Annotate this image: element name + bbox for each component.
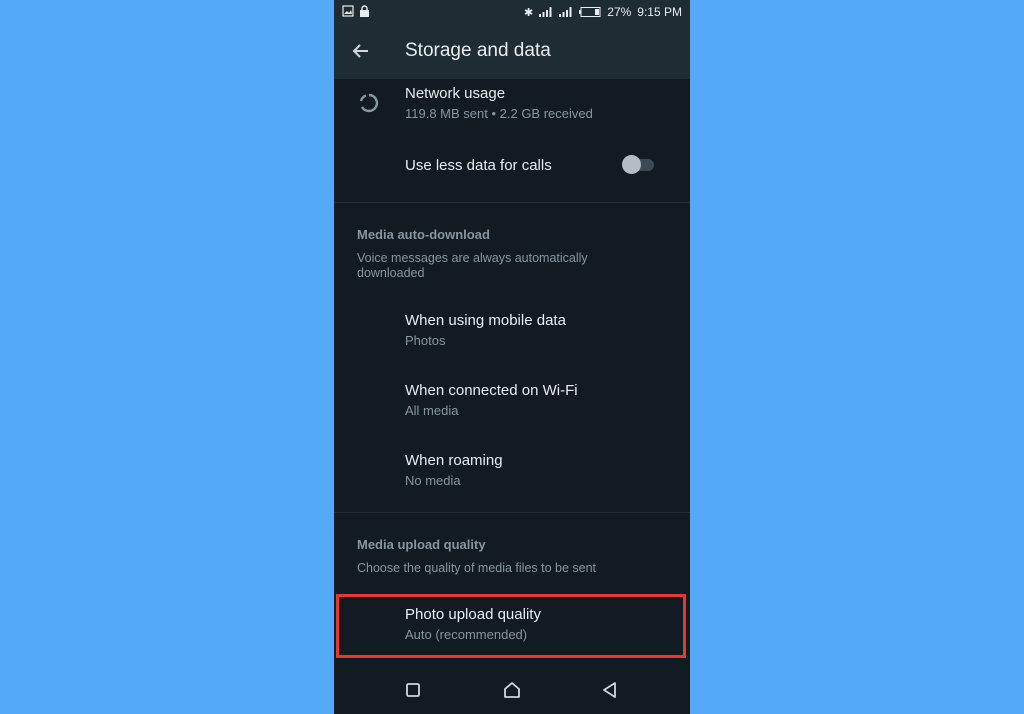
- signal-icon: [539, 7, 552, 17]
- back-icon[interactable]: [600, 680, 620, 700]
- upload-quality-description: Choose the quality of media files to be …: [357, 561, 597, 575]
- phone-screen: ✱ 27% 9:15 PM Storage and data Network u…: [334, 0, 690, 714]
- auto-download-roaming-item[interactable]: When roaming No media: [334, 446, 690, 502]
- roaming-subtitle: No media: [405, 473, 461, 488]
- divider: [334, 202, 690, 203]
- auto-download-wifi-item[interactable]: When connected on Wi-Fi All media: [334, 376, 690, 432]
- network-usage-subtitle: 119.8 MB sent • 2.2 GB received: [405, 106, 593, 121]
- toggle-knob: [622, 155, 641, 174]
- network-usage-item[interactable]: Network usage 119.8 MB sent • 2.2 GB rec…: [334, 80, 690, 128]
- wifi-title: When connected on Wi-Fi: [405, 382, 578, 399]
- signal-icon: [559, 7, 572, 17]
- image-icon: [342, 5, 354, 17]
- navigation-bar: [334, 662, 690, 714]
- mobile-data-subtitle: Photos: [405, 333, 446, 348]
- auto-download-description: Voice messages are always automatically …: [357, 251, 588, 280]
- battery-icon: [579, 7, 601, 17]
- auto-download-header: Media auto-download: [357, 227, 490, 242]
- status-bar: ✱ 27% 9:15 PM: [334, 0, 690, 24]
- page-title: Storage and data: [405, 40, 551, 61]
- bluetooth-icon: ✱: [524, 6, 534, 19]
- clock: 9:15 PM: [637, 5, 682, 19]
- battery-percent: 27%: [607, 5, 632, 19]
- app-bar: Storage and data: [334, 24, 690, 79]
- mobile-data-title: When using mobile data: [405, 312, 566, 329]
- auto-download-mobile-item[interactable]: When using mobile data Photos: [334, 306, 690, 362]
- less-data-calls-title: Use less data for calls: [405, 157, 552, 174]
- arrow-left-icon[interactable]: [350, 40, 372, 62]
- wifi-subtitle: All media: [405, 403, 459, 418]
- data-usage-icon: [359, 93, 379, 113]
- highlight-box: [336, 594, 686, 658]
- lock-icon: [360, 5, 369, 17]
- less-data-calls-toggle[interactable]: [622, 155, 656, 174]
- roaming-title: When roaming: [405, 452, 503, 469]
- home-icon[interactable]: [502, 680, 522, 700]
- network-usage-title: Network usage: [405, 85, 506, 102]
- recents-icon[interactable]: [403, 680, 423, 700]
- upload-quality-header: Media upload quality: [357, 537, 486, 552]
- divider: [334, 512, 690, 513]
